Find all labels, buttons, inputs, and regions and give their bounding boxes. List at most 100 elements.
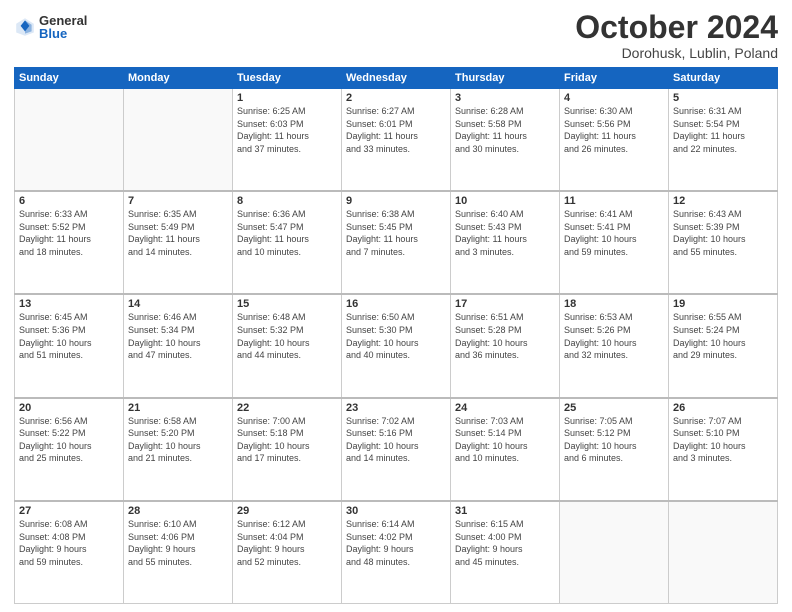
calendar-cell: [560, 501, 669, 604]
day-number: 19: [673, 298, 773, 310]
day-number: 13: [19, 298, 119, 310]
day-detail: Sunrise: 6:33 AMSunset: 5:52 PMDaylight:…: [19, 208, 119, 258]
day-number: 12: [673, 195, 773, 207]
logo-icon: [14, 16, 36, 38]
day-detail: Sunrise: 6:15 AMSunset: 4:00 PMDaylight:…: [455, 518, 555, 568]
calendar-table: Sunday Monday Tuesday Wednesday Thursday…: [14, 67, 778, 604]
day-number: 18: [564, 298, 664, 310]
day-detail: Sunrise: 7:05 AMSunset: 5:12 PMDaylight:…: [564, 415, 664, 465]
calendar-cell: 15Sunrise: 6:48 AMSunset: 5:32 PMDayligh…: [233, 294, 342, 397]
calendar-cell: 8Sunrise: 6:36 AMSunset: 5:47 PMDaylight…: [233, 191, 342, 294]
calendar-cell: 25Sunrise: 7:05 AMSunset: 5:12 PMDayligh…: [560, 398, 669, 501]
day-detail: Sunrise: 6:51 AMSunset: 5:28 PMDaylight:…: [455, 311, 555, 361]
col-monday: Monday: [124, 68, 233, 89]
calendar-cell: 9Sunrise: 6:38 AMSunset: 5:45 PMDaylight…: [342, 191, 451, 294]
calendar-cell: 26Sunrise: 7:07 AMSunset: 5:10 PMDayligh…: [669, 398, 778, 501]
calendar-cell: 27Sunrise: 6:08 AMSunset: 4:08 PMDayligh…: [15, 501, 124, 604]
calendar-cell: 24Sunrise: 7:03 AMSunset: 5:14 PMDayligh…: [451, 398, 560, 501]
day-number: 5: [673, 92, 773, 104]
day-detail: Sunrise: 7:07 AMSunset: 5:10 PMDaylight:…: [673, 415, 773, 465]
day-detail: Sunrise: 6:35 AMSunset: 5:49 PMDaylight:…: [128, 208, 228, 258]
day-detail: Sunrise: 6:41 AMSunset: 5:41 PMDaylight:…: [564, 208, 664, 258]
day-number: 3: [455, 92, 555, 104]
day-number: 17: [455, 298, 555, 310]
col-tuesday: Tuesday: [233, 68, 342, 89]
day-detail: Sunrise: 6:48 AMSunset: 5:32 PMDaylight:…: [237, 311, 337, 361]
calendar-cell: 31Sunrise: 6:15 AMSunset: 4:00 PMDayligh…: [451, 501, 560, 604]
logo: General Blue: [14, 14, 87, 40]
calendar-cell: 23Sunrise: 7:02 AMSunset: 5:16 PMDayligh…: [342, 398, 451, 501]
location-subtitle: Dorohusk, Lublin, Poland: [575, 45, 778, 61]
day-number: 8: [237, 195, 337, 207]
logo-text: General Blue: [39, 14, 87, 40]
day-number: 2: [346, 92, 446, 104]
calendar-cell: [124, 89, 233, 192]
calendar-cell: 18Sunrise: 6:53 AMSunset: 5:26 PMDayligh…: [560, 294, 669, 397]
calendar-cell: 19Sunrise: 6:55 AMSunset: 5:24 PMDayligh…: [669, 294, 778, 397]
day-number: 4: [564, 92, 664, 104]
day-number: 15: [237, 298, 337, 310]
calendar-cell: [669, 501, 778, 604]
day-number: 23: [346, 402, 446, 414]
day-detail: Sunrise: 7:03 AMSunset: 5:14 PMDaylight:…: [455, 415, 555, 465]
day-number: 22: [237, 402, 337, 414]
day-detail: Sunrise: 6:40 AMSunset: 5:43 PMDaylight:…: [455, 208, 555, 258]
calendar-week-3: 13Sunrise: 6:45 AMSunset: 5:36 PMDayligh…: [15, 294, 778, 397]
calendar-cell: 2Sunrise: 6:27 AMSunset: 6:01 PMDaylight…: [342, 89, 451, 192]
calendar-week-2: 6Sunrise: 6:33 AMSunset: 5:52 PMDaylight…: [15, 191, 778, 294]
day-detail: Sunrise: 6:36 AMSunset: 5:47 PMDaylight:…: [237, 208, 337, 258]
day-number: 30: [346, 505, 446, 517]
header: General Blue October 2024 Dorohusk, Lubl…: [14, 10, 778, 61]
calendar-cell: 13Sunrise: 6:45 AMSunset: 5:36 PMDayligh…: [15, 294, 124, 397]
calendar-cell: 20Sunrise: 6:56 AMSunset: 5:22 PMDayligh…: [15, 398, 124, 501]
calendar-cell: 28Sunrise: 6:10 AMSunset: 4:06 PMDayligh…: [124, 501, 233, 604]
day-detail: Sunrise: 6:30 AMSunset: 5:56 PMDaylight:…: [564, 105, 664, 155]
calendar-cell: 6Sunrise: 6:33 AMSunset: 5:52 PMDaylight…: [15, 191, 124, 294]
col-thursday: Thursday: [451, 68, 560, 89]
title-block: October 2024 Dorohusk, Lublin, Poland: [575, 10, 778, 61]
day-number: 6: [19, 195, 119, 207]
calendar-cell: 10Sunrise: 6:40 AMSunset: 5:43 PMDayligh…: [451, 191, 560, 294]
day-number: 16: [346, 298, 446, 310]
day-detail: Sunrise: 6:46 AMSunset: 5:34 PMDaylight:…: [128, 311, 228, 361]
calendar-cell: 7Sunrise: 6:35 AMSunset: 5:49 PMDaylight…: [124, 191, 233, 294]
day-detail: Sunrise: 7:02 AMSunset: 5:16 PMDaylight:…: [346, 415, 446, 465]
calendar-cell: 29Sunrise: 6:12 AMSunset: 4:04 PMDayligh…: [233, 501, 342, 604]
day-detail: Sunrise: 6:43 AMSunset: 5:39 PMDaylight:…: [673, 208, 773, 258]
header-row: Sunday Monday Tuesday Wednesday Thursday…: [15, 68, 778, 89]
day-number: 31: [455, 505, 555, 517]
month-title: October 2024: [575, 10, 778, 45]
logo-blue: Blue: [39, 27, 87, 40]
col-friday: Friday: [560, 68, 669, 89]
calendar-week-5: 27Sunrise: 6:08 AMSunset: 4:08 PMDayligh…: [15, 501, 778, 604]
day-number: 14: [128, 298, 228, 310]
calendar-cell: 17Sunrise: 6:51 AMSunset: 5:28 PMDayligh…: [451, 294, 560, 397]
day-detail: Sunrise: 6:12 AMSunset: 4:04 PMDaylight:…: [237, 518, 337, 568]
calendar-cell: 5Sunrise: 6:31 AMSunset: 5:54 PMDaylight…: [669, 89, 778, 192]
calendar-week-4: 20Sunrise: 6:56 AMSunset: 5:22 PMDayligh…: [15, 398, 778, 501]
day-detail: Sunrise: 6:14 AMSunset: 4:02 PMDaylight:…: [346, 518, 446, 568]
day-detail: Sunrise: 6:45 AMSunset: 5:36 PMDaylight:…: [19, 311, 119, 361]
day-detail: Sunrise: 7:00 AMSunset: 5:18 PMDaylight:…: [237, 415, 337, 465]
day-detail: Sunrise: 6:25 AMSunset: 6:03 PMDaylight:…: [237, 105, 337, 155]
calendar-cell: [15, 89, 124, 192]
day-number: 25: [564, 402, 664, 414]
day-detail: Sunrise: 6:27 AMSunset: 6:01 PMDaylight:…: [346, 105, 446, 155]
day-number: 20: [19, 402, 119, 414]
day-number: 29: [237, 505, 337, 517]
day-detail: Sunrise: 6:58 AMSunset: 5:20 PMDaylight:…: [128, 415, 228, 465]
day-detail: Sunrise: 6:31 AMSunset: 5:54 PMDaylight:…: [673, 105, 773, 155]
day-number: 10: [455, 195, 555, 207]
col-wednesday: Wednesday: [342, 68, 451, 89]
day-detail: Sunrise: 6:53 AMSunset: 5:26 PMDaylight:…: [564, 311, 664, 361]
calendar-week-1: 1Sunrise: 6:25 AMSunset: 6:03 PMDaylight…: [15, 89, 778, 192]
col-sunday: Sunday: [15, 68, 124, 89]
day-number: 7: [128, 195, 228, 207]
day-number: 26: [673, 402, 773, 414]
calendar-cell: 16Sunrise: 6:50 AMSunset: 5:30 PMDayligh…: [342, 294, 451, 397]
day-detail: Sunrise: 6:10 AMSunset: 4:06 PMDaylight:…: [128, 518, 228, 568]
day-number: 27: [19, 505, 119, 517]
col-saturday: Saturday: [669, 68, 778, 89]
calendar-cell: 3Sunrise: 6:28 AMSunset: 5:58 PMDaylight…: [451, 89, 560, 192]
day-number: 9: [346, 195, 446, 207]
